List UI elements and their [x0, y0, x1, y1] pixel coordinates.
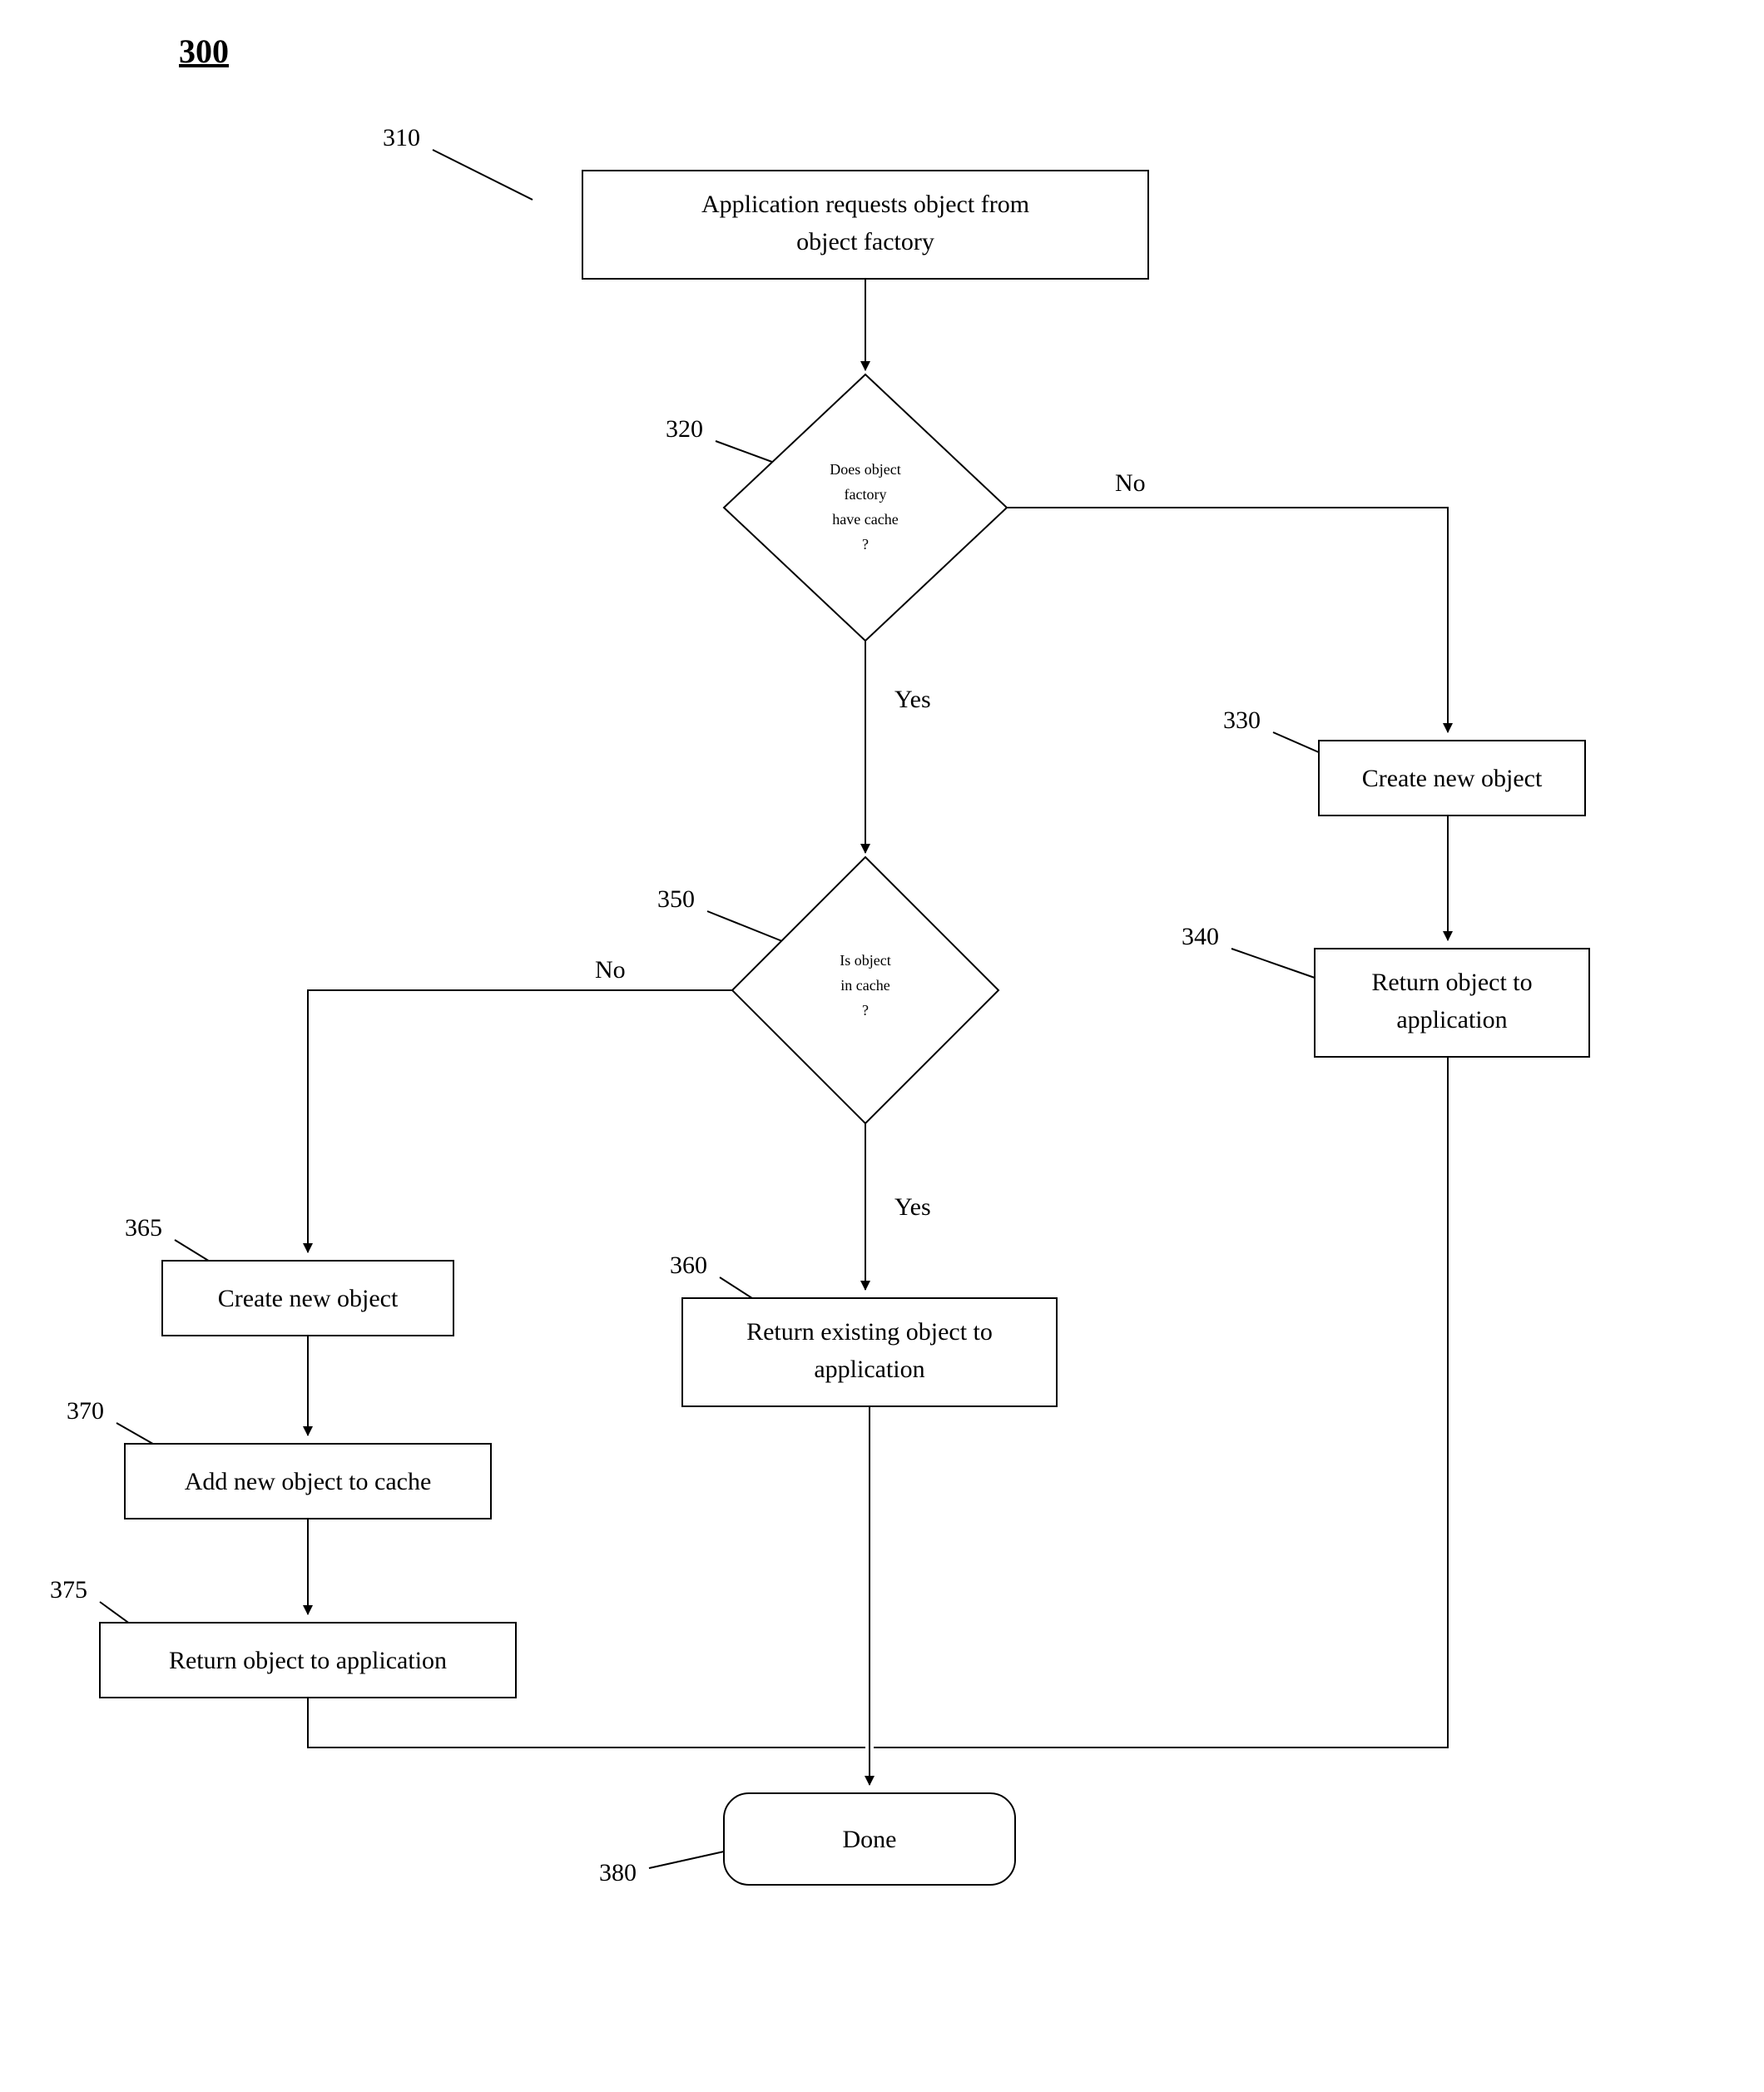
ref-340: 340	[1182, 923, 1219, 950]
edge-label-no: No	[595, 956, 626, 984]
node-text: Return object to application	[169, 1647, 447, 1674]
edge	[1007, 508, 1448, 732]
node-text: factory	[845, 486, 887, 503]
ref-365: 365	[125, 1214, 162, 1242]
edge	[308, 990, 732, 1252]
node-text: Done	[843, 1826, 897, 1853]
ref-310: 310	[383, 124, 420, 151]
node-text: ?	[862, 1002, 869, 1019]
node-330: Create new object	[1319, 741, 1585, 815]
node-375: Return object to application	[100, 1623, 516, 1698]
node-320: Does object factory have cache ?	[724, 374, 1007, 641]
ref-line	[1231, 949, 1315, 978]
ref-line	[649, 1852, 724, 1868]
ref-line	[707, 911, 790, 944]
node-text: application	[1396, 1006, 1507, 1034]
ref-350: 350	[657, 885, 695, 913]
node-text: object factory	[796, 228, 934, 255]
node-350: Is object in cache ?	[732, 857, 998, 1123]
node-365: Create new object	[162, 1261, 453, 1336]
node-text: Create new object	[1362, 765, 1543, 792]
node-310: Application requests object from object …	[582, 171, 1148, 279]
node-text: Create new object	[218, 1285, 399, 1312]
node-text: have cache	[832, 511, 898, 528]
node-text: Application requests object from	[701, 191, 1029, 218]
ref-380: 380	[599, 1859, 637, 1886]
edge-label-no: No	[1115, 469, 1146, 497]
edge-label-yes: Yes	[894, 1193, 931, 1221]
ref-370: 370	[67, 1397, 104, 1425]
diagram-title: 300	[179, 32, 229, 70]
node-340: Return object to application	[1315, 949, 1589, 1057]
ref-360: 360	[670, 1252, 707, 1279]
node-text: Return existing object to	[746, 1318, 993, 1346]
ref-330: 330	[1223, 706, 1261, 734]
edge-label-yes: Yes	[894, 686, 931, 713]
node-text: Is object	[840, 952, 890, 969]
node-text: Add new object to cache	[185, 1468, 432, 1495]
ref-320: 320	[666, 415, 703, 443]
edge	[308, 1698, 865, 1747]
node-text: Return object to	[1371, 969, 1532, 996]
node-370: Add new object to cache	[125, 1444, 491, 1519]
node-360: Return existing object to application	[682, 1298, 1057, 1406]
node-text: in cache	[840, 977, 889, 994]
node-text: ?	[862, 536, 869, 553]
ref-line	[433, 150, 533, 200]
ref-375: 375	[50, 1576, 87, 1604]
node-text: Does object	[830, 461, 900, 478]
node-text: application	[814, 1356, 924, 1383]
node-380: Done	[724, 1793, 1015, 1885]
